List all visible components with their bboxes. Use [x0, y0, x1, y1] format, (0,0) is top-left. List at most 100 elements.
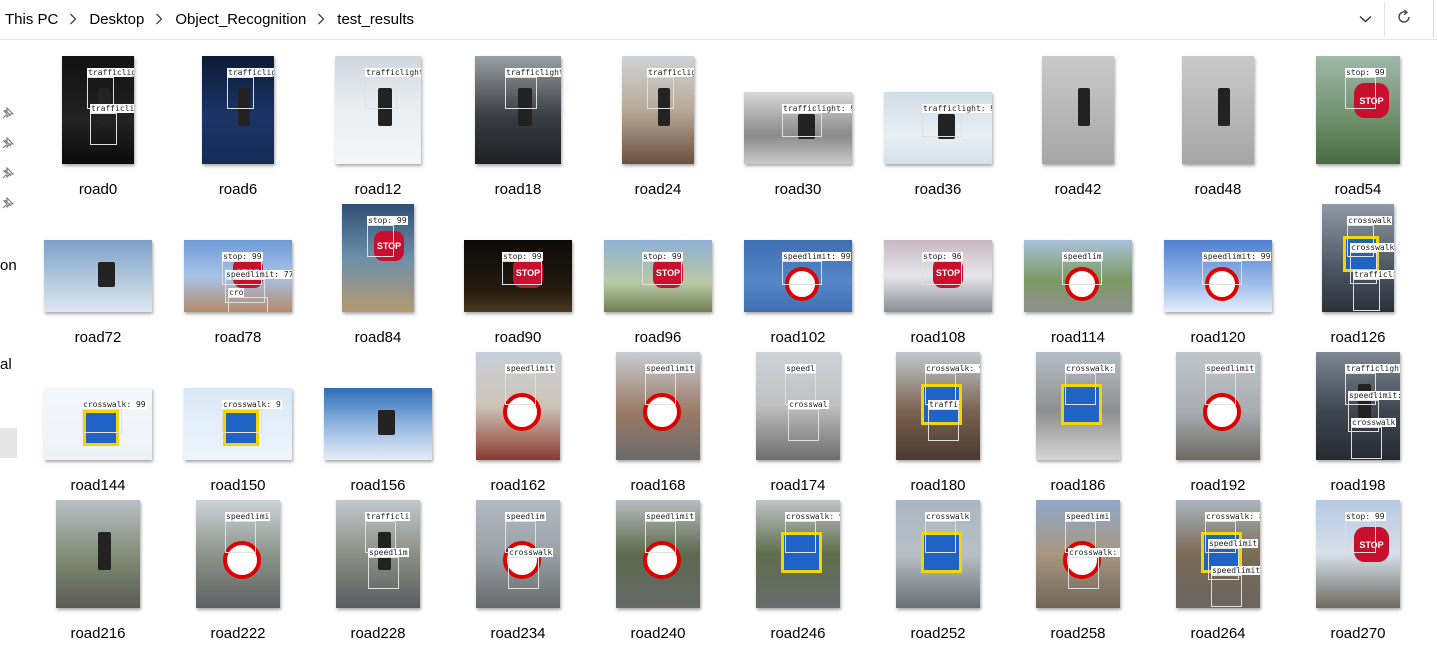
file-name-label: road6	[218, 181, 258, 198]
divider	[1384, 2, 1385, 36]
file-item[interactable]: trafficlight: 70 speedlimit: 9 crosswalk ro…	[1288, 352, 1428, 498]
detection-box	[1202, 261, 1242, 285]
file-item[interactable]: STOP stop: 99 road54	[1288, 56, 1428, 202]
detection-box	[1065, 373, 1096, 405]
detection-label: crosswalk	[1351, 418, 1397, 427]
pin-icon[interactable]	[0, 196, 15, 211]
detection-box	[1062, 261, 1102, 285]
chevron-right-icon[interactable]	[148, 13, 170, 25]
detection-box	[368, 557, 399, 589]
detection-label: stop: 96	[922, 252, 963, 261]
file-item[interactable]: STOP stop: 99 road96	[588, 204, 728, 350]
file-item[interactable]: speedlimit: 99 road120	[1148, 204, 1288, 350]
detection-label: speedlimit	[1205, 364, 1256, 373]
file-item[interactable]: STOPstop: 99speedlimit: 77croroad78	[168, 204, 308, 350]
file-item[interactable]: STOP stop: 99 road270	[1288, 500, 1428, 646]
detection-label: speedlimit	[645, 364, 696, 373]
detection-label: crosswalk: 9	[925, 364, 980, 373]
file-item[interactable]: crosswalk: 9 traffi road180	[868, 352, 1008, 498]
file-item[interactable]: crosswalk crosswalk: 8 trafficlight: road12…	[1288, 204, 1428, 350]
file-name-label: road102	[770, 329, 826, 346]
file-item[interactable]: crosswalk: 99 road246	[728, 500, 868, 646]
file-item[interactable]: speedlimit road168	[588, 352, 728, 498]
file-name-label: road216	[70, 625, 126, 642]
refresh-button[interactable]	[1386, 0, 1422, 38]
image-thumbnail: STOPstop: 99speedlimit: 77cro	[184, 240, 292, 312]
image-thumbnail: crosswalk:	[1036, 352, 1120, 460]
file-name-label: road168	[630, 477, 686, 494]
file-grid[interactable]: trafficlight:trafficlight: 9road0traffic…	[28, 56, 1437, 655]
pin-icon[interactable]	[0, 136, 15, 151]
file-item[interactable]: speedlimit road162	[448, 352, 588, 498]
pin-icon[interactable]	[0, 106, 15, 121]
nav-item-selected[interactable]	[0, 428, 17, 458]
address-bar[interactable]: This PC Desktop Object_Recognition test_…	[0, 0, 1437, 40]
file-item[interactable]: speedlimi crosswalk: 97 road258	[1008, 500, 1148, 646]
file-item[interactable]: trafficlight: trafficlight: 9 road0	[28, 56, 168, 202]
nav-item-label[interactable]: on	[0, 257, 17, 274]
image-thumbnail	[324, 388, 432, 460]
detection-label: crosswal	[788, 400, 829, 409]
breadcrumb-desktop[interactable]: Desktop	[84, 11, 148, 28]
file-item[interactable]: crosswalk: road186	[1008, 352, 1148, 498]
detection-box	[1205, 373, 1236, 405]
breadcrumb-object-recognition[interactable]: Object_Recognition	[170, 11, 310, 28]
file-item[interactable]: crosswalk: 99 road144	[28, 352, 168, 498]
detection-label: crosswalk: 8	[1350, 243, 1394, 252]
file-item[interactable]: trafficlight road12	[308, 56, 448, 202]
file-item[interactable]: speedlimi road222	[168, 500, 308, 646]
detection-label: crosswalk	[925, 512, 971, 521]
chevron-right-icon[interactable]	[62, 13, 84, 25]
detection-label: speedlim	[368, 548, 409, 557]
file-item[interactable]: trafficlight: 9 road18	[448, 56, 588, 202]
detection-box	[645, 373, 676, 405]
chevron-down-icon	[1359, 10, 1372, 28]
file-item[interactable]: STOP stop: 99 road84	[308, 204, 448, 350]
file-item[interactable]: speedlim road114	[1008, 204, 1148, 350]
chevron-right-icon[interactable]	[310, 13, 332, 25]
navigation-pane[interactable]: on al	[0, 40, 18, 655]
nav-item-label[interactable]: al	[0, 356, 12, 373]
image-thumbnail: STOP stop: 99	[1316, 500, 1400, 608]
file-item[interactable]: speedlim crosswalk road234	[448, 500, 588, 646]
breadcrumb-this-pc[interactable]: This PC	[0, 11, 62, 28]
file-name-label: road24	[634, 181, 682, 198]
file-item[interactable]: STOP stop: 99 road90	[448, 204, 588, 350]
file-item[interactable]: road48	[1148, 56, 1288, 202]
file-item[interactable]: road42	[1008, 56, 1148, 202]
file-item[interactable]: crosswalk road252	[868, 500, 1008, 646]
file-item[interactable]: trafficlight road6	[168, 56, 308, 202]
image-thumbnail: speedlimit: 99	[744, 240, 852, 312]
file-item[interactable]: speedlimit: 99 road102	[728, 204, 868, 350]
detection-box	[785, 521, 816, 553]
file-item[interactable]: speedlimit road192	[1148, 352, 1288, 498]
address-history-dropdown[interactable]	[1348, 0, 1382, 38]
detection-label: speedlim	[505, 512, 546, 521]
file-name-label: road150	[210, 477, 266, 494]
file-item[interactable]: crosswalk: 80 speedlimit speedlimit: 96 roa…	[1148, 500, 1288, 646]
file-item[interactable]: speedl crosswal road174	[728, 352, 868, 498]
detection-box	[647, 77, 674, 109]
file-name-label: road72	[74, 329, 122, 346]
file-item[interactable]: road216	[28, 500, 168, 646]
file-name-label: road192	[1190, 477, 1246, 494]
file-item[interactable]: STOP stop: 96 road108	[868, 204, 1008, 350]
breadcrumb-test-results[interactable]: test_results	[332, 11, 418, 28]
image-thumbnail: speedlimit	[616, 352, 700, 460]
detection-box	[505, 77, 537, 109]
file-item[interactable]: crosswalk: 9 road150	[168, 352, 308, 498]
image-thumbnail: crosswalk: 9 traffi	[896, 352, 980, 460]
file-item[interactable]: road156	[308, 352, 448, 498]
file-item[interactable]: trafficlight: 98 road36	[868, 56, 1008, 202]
image-thumbnail: speedlimi crosswalk: 97	[1036, 500, 1120, 608]
file-item[interactable]: speedlimit road240	[588, 500, 728, 646]
file-item[interactable]: trafficlight: road24	[588, 56, 728, 202]
detection-label: speedlim	[1062, 252, 1103, 261]
file-item[interactable]: trafficli speedlim road228	[308, 500, 448, 646]
file-item[interactable]: trafficlight: 96 road30	[728, 56, 868, 202]
traffic-light-graphic	[98, 262, 115, 287]
detection-box	[1353, 279, 1380, 311]
file-item[interactable]: road72	[28, 204, 168, 350]
pin-icon[interactable]	[0, 166, 15, 181]
detection-label: crosswalk: 99	[82, 400, 147, 409]
